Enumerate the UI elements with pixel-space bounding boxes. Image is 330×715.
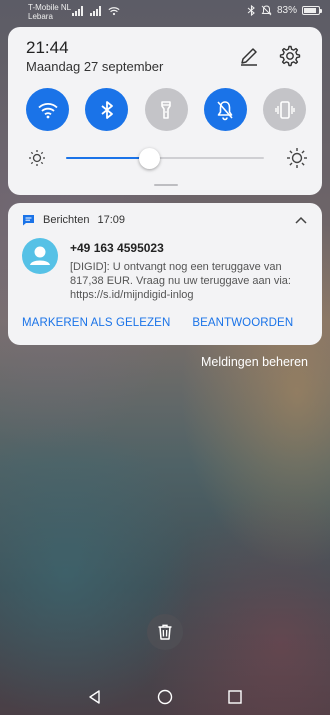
carrier-name-2: Lebara [28,12,53,21]
flashlight-toggle[interactable] [144,88,188,131]
flashlight-icon [161,100,171,119]
mark-as-read-button[interactable]: MARKEREN ALS GELEZEN [22,317,170,329]
bluetooth-icon [101,100,113,119]
sms-notification[interactable]: Berichten 17:09 +49 163 4595023 [DIGID]:… [8,203,322,345]
status-icons-left [72,6,120,16]
bell-off-icon [217,100,233,120]
gear-icon[interactable] [278,44,302,68]
notification-sender: +49 163 4595023 [70,241,164,255]
notification-actions: MARKEREN ALS GELEZEN BEANTWOORDEN [22,317,293,329]
silent-toggle[interactable] [203,88,247,131]
brightness-high-icon [287,148,307,168]
clock-time[interactable]: 21:44 [26,38,69,58]
panel-drag-handle[interactable] [154,184,178,186]
brightness-slider[interactable] [66,148,264,169]
battery-percentage: 83% [276,5,297,16]
home-icon[interactable] [157,689,173,705]
mute-icon [261,5,272,16]
bluetooth-icon [247,5,255,16]
quick-toggles [26,88,306,131]
carrier-info: T-Mobile NL Lebara [28,3,71,21]
brightness-control [28,147,308,171]
quick-settings-panel: 21:44 Maandag 27 september [8,27,322,195]
brightness-slider-thumb[interactable] [138,148,160,169]
status-icons-right: 83% [247,5,322,16]
bluetooth-toggle[interactable] [85,88,129,131]
notification-message: [DIGID]: U ontvangt nog een teruggave va… [70,261,291,301]
person-icon [30,246,50,265]
back-icon[interactable] [87,689,103,705]
vibrate-toggle[interactable] [263,88,306,131]
notification-header: Berichten 17:09 [22,214,125,226]
manage-notifications-link[interactable]: Meldingen beheren [201,355,308,369]
wifi-toggle[interactable] [26,88,69,131]
wifi-icon [108,7,120,16]
vibrate-icon [274,100,295,119]
clear-all-button[interactable] [147,614,183,650]
battery-fill [304,8,316,13]
signal-icon [90,6,101,16]
messages-app-icon [23,215,34,226]
recent-apps-icon[interactable] [228,690,242,704]
status-bar: T-Mobile NL Lebara 83% [0,0,330,24]
brightness-slider-fill [66,157,150,159]
avatar [22,238,58,274]
wifi-icon [37,102,58,118]
edit-icon[interactable] [238,45,260,67]
reply-button[interactable]: BEANTWOORDEN [192,317,293,329]
trash-icon [158,624,172,640]
carrier-name-1: T-Mobile NL [28,3,72,12]
brightness-low-icon [29,150,45,166]
notification-app-name: Berichten [43,214,90,226]
clock-date[interactable]: Maandag 27 september [26,59,163,74]
chevron-up-icon[interactable] [294,215,308,225]
notification-time: 17:09 [97,214,126,226]
signal-icon [72,6,83,16]
battery-icon [302,6,322,15]
navigation-bar [0,680,330,715]
